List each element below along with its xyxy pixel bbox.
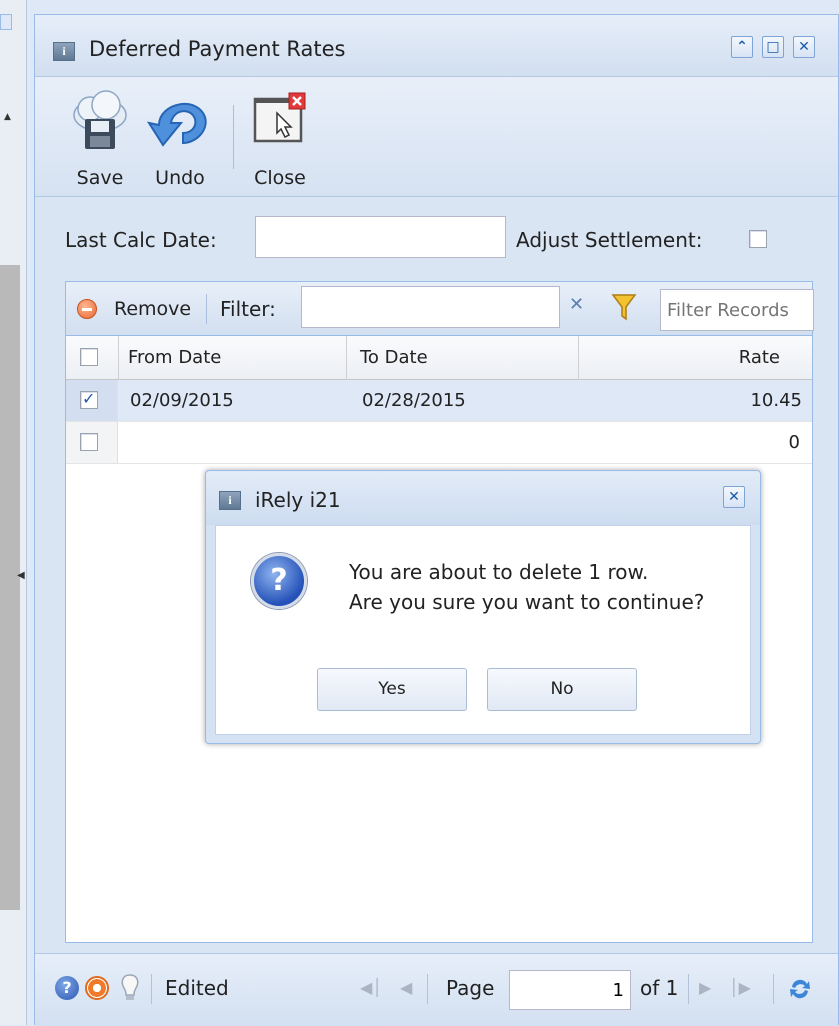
table-row[interactable]: 02/09/2015 02/28/2015 10.45 — [66, 380, 812, 422]
cell-from-date[interactable]: 02/09/2015 — [130, 390, 234, 411]
dialog-body: ? You are about to delete 1 row. Are you… — [215, 525, 751, 735]
no-button[interactable]: No — [487, 668, 637, 711]
status-footer: ? Edited ◀│ ◀ Page of 1 ▶ │▶ — [35, 953, 838, 1026]
question-icon: ? — [251, 553, 307, 609]
table-row[interactable]: 0 — [66, 422, 812, 464]
first-page-icon[interactable]: ◀│ — [360, 978, 382, 997]
window-title: Deferred Payment Rates — [89, 37, 346, 61]
toolbar-separator — [233, 105, 234, 169]
refresh-icon[interactable] — [787, 976, 813, 1002]
filter-input[interactable] — [301, 286, 560, 328]
close-label: Close — [254, 167, 306, 189]
row-checkbox[interactable] — [80, 389, 98, 409]
save-button[interactable]: Save — [65, 77, 135, 197]
select-all-checkbox[interactable] — [80, 348, 98, 366]
col-separator — [346, 336, 347, 380]
grid-toolbar: Remove Filter: ✕ — [66, 282, 814, 336]
lightbulb-icon[interactable] — [119, 973, 141, 1003]
left-nav-strip: ▲ ◀ — [0, 0, 27, 1025]
undo-arrow-icon — [146, 102, 207, 147]
confirm-delete-dialog: i iRely i21 ✕ ? You are about to delete … — [205, 470, 761, 744]
last-calc-date-label: Last Calc Date: — [65, 228, 217, 252]
page-count-label: of 1 — [640, 976, 679, 1000]
footer-separator — [688, 974, 689, 1004]
grid-header: From Date To Date Rate — [66, 336, 812, 380]
cell-to-date[interactable]: 02/28/2015 — [362, 390, 466, 411]
remove-button[interactable]: Remove — [114, 298, 191, 320]
row-selector — [66, 422, 118, 463]
col-header-from-date[interactable]: From Date — [128, 347, 221, 368]
next-page-icon[interactable]: ▶ — [699, 978, 711, 997]
col-separator — [578, 336, 579, 380]
dialog-header: i iRely i21 ✕ — [206, 471, 760, 525]
status-text: Edited — [165, 976, 229, 1000]
save-cloud-icon — [73, 90, 127, 149]
window-header: i Deferred Payment Rates ⌃ □ ✕ — [35, 15, 838, 77]
left-strip-button[interactable] — [0, 14, 12, 30]
help-icon[interactable]: ? — [55, 976, 79, 1000]
adjust-settlement-checkbox[interactable] — [749, 230, 767, 248]
dialog-message-line1: You are about to delete 1 row. — [349, 560, 649, 584]
funnel-icon[interactable] — [611, 292, 637, 322]
scroll-up-icon[interactable]: ▲ — [4, 112, 11, 122]
page-label: Page — [446, 976, 495, 1000]
left-strip-panel — [0, 265, 20, 910]
row-checkbox[interactable] — [80, 433, 98, 451]
col-header-rate[interactable]: Rate — [739, 347, 780, 368]
grid-toolbar-separator — [206, 294, 207, 324]
cell-rate[interactable]: 0 — [789, 432, 800, 453]
maximize-window-button[interactable]: □ — [762, 36, 784, 58]
adjust-settlement-label: Adjust Settlement: — [516, 228, 703, 252]
footer-separator — [151, 974, 152, 1004]
dialog-close-button[interactable]: ✕ — [723, 486, 745, 508]
close-window-icon — [253, 92, 306, 143]
remove-icon[interactable] — [77, 299, 97, 319]
dialog-title: iRely i21 — [255, 488, 341, 512]
form-row: Last Calc Date: Adjust Settlement: — [35, 213, 838, 263]
clear-filter-icon[interactable]: ✕ — [569, 294, 584, 315]
yes-button[interactable]: Yes — [317, 668, 467, 711]
prev-page-icon[interactable]: ◀ — [400, 978, 412, 997]
undo-button[interactable]: Undo — [145, 77, 215, 197]
last-calc-date-input[interactable] — [255, 216, 506, 258]
main-toolbar: Save Undo Close — [35, 77, 838, 197]
collapse-window-button[interactable]: ⌃ — [731, 36, 753, 58]
col-header-to-date[interactable]: To Date — [360, 347, 428, 368]
filter-records-input[interactable] — [660, 289, 814, 331]
page-number-input[interactable] — [509, 970, 631, 1010]
undo-label: Undo — [155, 167, 205, 189]
footer-separator — [773, 974, 774, 1004]
col-separator — [118, 336, 119, 380]
footer-separator — [427, 974, 428, 1004]
close-window-button[interactable]: ✕ — [793, 36, 815, 58]
info-icon: i — [219, 491, 241, 510]
row-selector — [66, 380, 118, 421]
last-page-icon[interactable]: │▶ — [729, 978, 751, 997]
collapse-left-icon[interactable]: ◀ — [17, 570, 25, 581]
close-button[interactable]: Close — [245, 77, 315, 197]
cell-rate[interactable]: 10.45 — [750, 390, 802, 411]
dialog-message-line2: Are you sure you want to continue? — [349, 590, 705, 614]
lifebuoy-icon[interactable] — [85, 976, 109, 1000]
info-icon: i — [53, 42, 75, 61]
filter-label: Filter: — [220, 297, 276, 321]
save-label: Save — [76, 167, 124, 189]
